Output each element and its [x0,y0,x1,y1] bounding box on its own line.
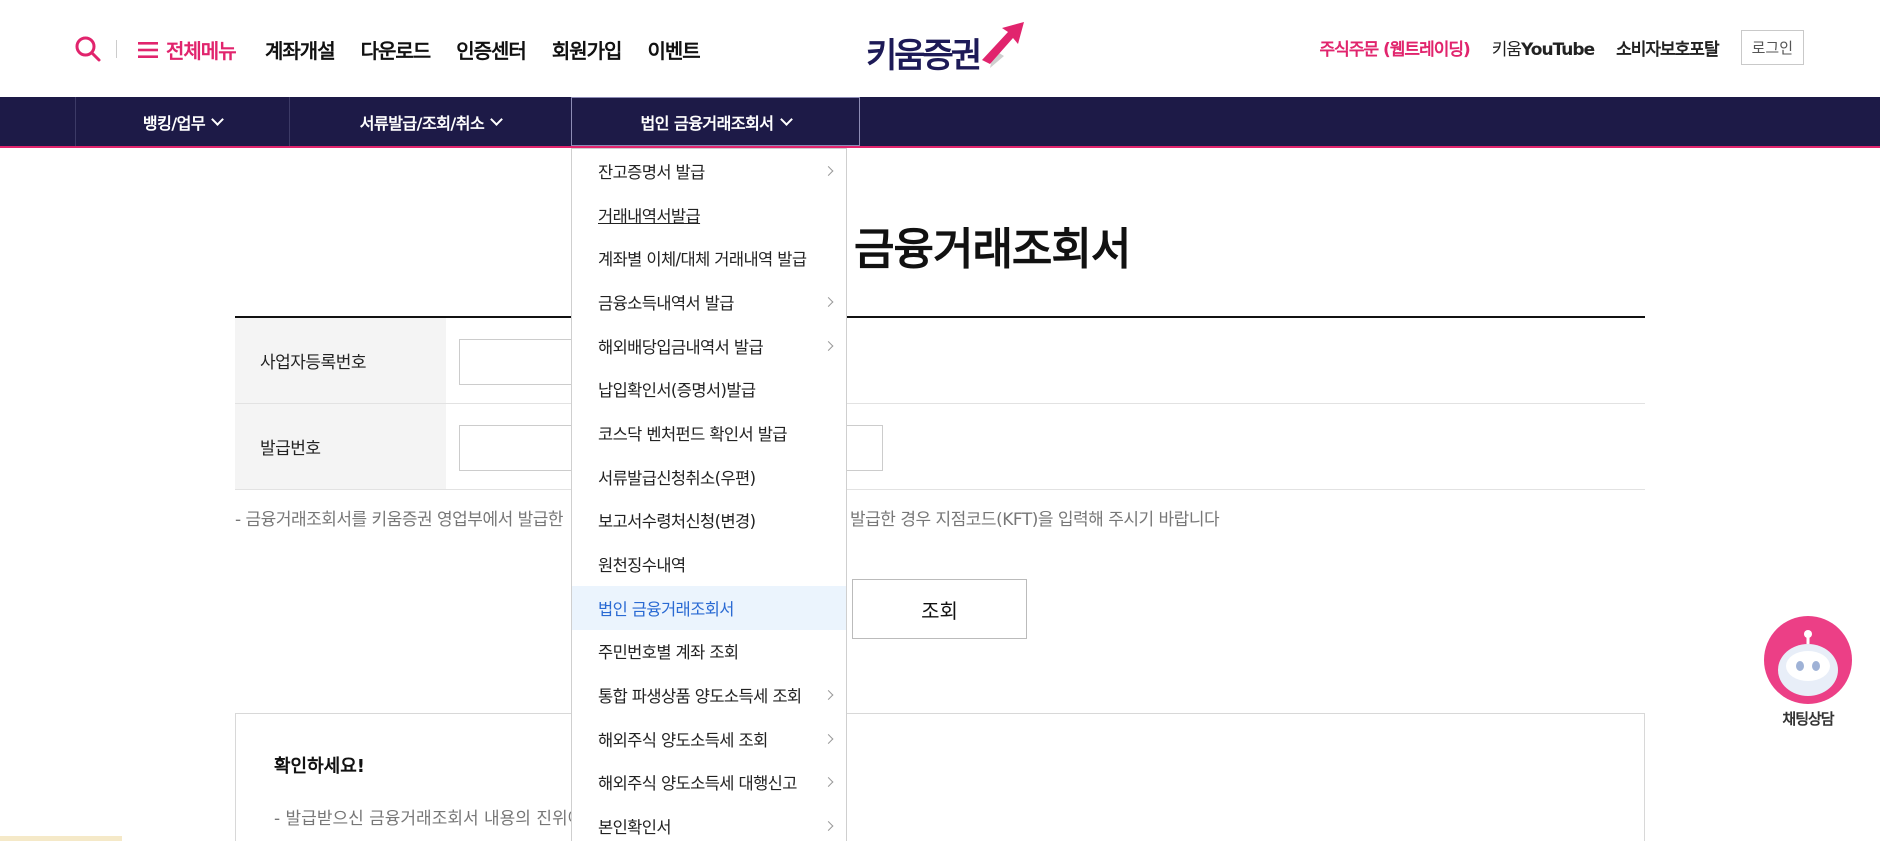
menu-item-account-by-id[interactable]: 주민번호별 계좌 조회 [572,630,846,674]
menu-item-transaction-statement[interactable]: 거래내역서발급 [572,193,846,237]
logo-arrow-icon [982,22,1024,68]
menu-item-label: 보고서수령처신청(변경) [598,512,756,532]
chevron-down-icon [211,112,224,126]
web-trading-link[interactable]: 주식주문 (웹트레이딩) [1320,35,1471,60]
menu-item-identity-confirmation[interactable]: 본인확인서 [572,804,846,841]
subnav-banking[interactable]: 뱅킹/업무 [75,97,289,146]
chevron-down-icon [490,112,504,126]
subnav-corporate-inquiry-label: 법인 금융거래조회서 [640,113,774,133]
login-button[interactable]: 로그인 [1740,30,1804,65]
menu-item-overseas-tax[interactable]: 해외주식 양도소득세 조회 [572,717,846,761]
nav-certificate-center[interactable]: 인증센터 [456,35,527,64]
chevron-right-icon [823,821,834,832]
notice-text-continued: 발급한 경우 지점코드(KFT)을 입력해 주시기 바랍니다 [850,510,1220,530]
menu-item-balance-certificate[interactable]: 잔고증명서 발급 [572,149,846,193]
youtube-brand: YouTube [1521,40,1595,60]
menu-item-transfer-history[interactable]: 계좌별 이체/대체 거래내역 발급 [572,236,846,280]
all-menu-button[interactable]: 전체메뉴 [138,35,237,64]
notice-box-title: 확인하세요! [274,756,366,777]
chevron-right-icon [823,690,834,701]
issue-number-label: 발급번호 [235,404,446,489]
menu-item-label: 거래내역서발급 [598,206,701,226]
menu-item-corporate-inquiry[interactable]: 법인 금융거래조회서 [572,585,846,630]
menu-item-label: 코스닥 벤처펀드 확인서 발급 [598,424,788,444]
subnav-documents-label: 서류발급/조회/취소 [359,113,485,133]
menu-item-derivatives-tax[interactable]: 통합 파생상품 양도소득세 조회 [572,673,846,717]
youtube-link[interactable]: 키움YouTube [1491,35,1595,60]
menu-item-label: 법인 금융거래조회서 [598,599,734,619]
menu-item-label: 서류발급신청취소(우편) [598,468,756,488]
menu-item-label: 금융소득내역서 발급 [598,293,734,313]
logo-text: 키움증권 [866,36,982,76]
bottom-bar [0,836,122,841]
form-row-issue-number: 발급번호 [235,404,1645,490]
hamburger-icon [138,41,158,58]
subnav-corporate-inquiry[interactable]: 법인 금융거래조회서 [571,97,860,146]
menu-item-cancel-request[interactable]: 서류발급신청취소(우편) [572,455,846,499]
inquiry-form: 사업자등록번호 발급번호 [235,316,1645,490]
menu-item-label: 해외주식 양도소득세 조회 [598,730,768,750]
notice-box: 확인하세요! - 발급받으신 금융거래조회서 내용의 진위여 [235,713,1645,841]
nav-account-open[interactable]: 계좌개설 [265,35,336,64]
business-number-label: 사업자등록번호 [235,318,446,403]
chevron-down-icon [779,112,793,126]
sub-navigation-bar: 뱅킹/업무 서류발급/조회/취소 법인 금융거래조회서 [0,97,1880,148]
notice-text: - 금융거래조회서를 키움증권 영업부에서 발급한 [235,510,564,530]
search-icon[interactable] [74,35,102,63]
youtube-prefix: 키움 [1491,40,1522,60]
nav-download[interactable]: 다운로드 [361,35,432,64]
menu-item-label: 해외주식 양도소득세 대행신고 [598,774,797,794]
menu-item-kosdaq-venture[interactable]: 코스닥 벤처펀드 확인서 발급 [572,411,846,455]
header-divider [116,40,117,58]
inquiry-submit-button[interactable]: 조회 [852,579,1027,639]
chevron-right-icon [823,340,834,351]
menu-item-label: 계좌별 이체/대체 거래내역 발급 [598,250,807,270]
notice-box-text: - 발급받으신 금융거래조회서 내용의 진위여 [274,809,584,829]
chatbot-robot-icon [1764,616,1852,704]
kiwoom-logo[interactable]: 키움증권 [866,20,1026,76]
menu-item-label: 원천징수내역 [598,556,686,576]
subnav-banking-label: 뱅킹/업무 [142,113,206,133]
nav-event[interactable]: 이벤트 [647,35,700,64]
page-title: 금융거래조회서 [854,224,1131,275]
all-menu-label: 전체메뉴 [166,39,237,63]
menu-item-label: 주민번호별 계좌 조회 [598,643,739,663]
menu-item-financial-income[interactable]: 금융소득내역서 발급 [572,280,846,324]
chatbot-button[interactable]: 채팅상담 [1762,614,1854,729]
subnav-documents[interactable]: 서류발급/조회/취소 [289,97,571,146]
nav-sign-up[interactable]: 회원가입 [552,35,623,64]
chatbot-label: 채팅상담 [1782,710,1834,728]
chevron-right-icon [823,165,834,176]
top-navigation: 계좌개설 다운로드 인증센터 회원가입 이벤트 [265,35,701,64]
corporate-inquiry-dropdown: 잔고증명서 발급 거래내역서발급 계좌별 이체/대체 거래내역 발급 금융소득내… [571,148,847,841]
menu-item-payment-confirmation[interactable]: 납입확인서(증명서)발급 [572,367,846,411]
menu-item-label: 잔고증명서 발급 [598,162,705,182]
form-row-business-number: 사업자등록번호 [235,318,1645,404]
menu-item-overseas-dividend[interactable]: 해외배당입금내역서 발급 [572,324,846,368]
menu-item-label: 통합 파생상품 양도소득세 조회 [598,687,802,707]
menu-item-overseas-tax-filing[interactable]: 해외주식 양도소득세 대행신고 [572,761,846,805]
utility-links: 주식주문 (웹트레이딩) 키움YouTube 소비자보호포탈 로그인 [1320,30,1804,65]
menu-item-report-recipient[interactable]: 보고서수령처신청(변경) [572,499,846,543]
menu-item-label: 해외배당입금내역서 발급 [598,337,764,357]
chevron-right-icon [823,777,834,788]
menu-item-withholding[interactable]: 원천징수내역 [572,542,846,586]
consumer-portal-link[interactable]: 소비자보호포탈 [1616,35,1719,60]
chevron-right-icon [823,296,834,307]
menu-item-label: 납입확인서(증명서)발급 [598,381,756,401]
menu-item-label: 본인확인서 [598,818,672,838]
top-header: 전체메뉴 계좌개설 다운로드 인증센터 회원가입 이벤트 키움증권 주식주문 (… [0,0,1880,97]
chevron-right-icon [823,733,834,744]
